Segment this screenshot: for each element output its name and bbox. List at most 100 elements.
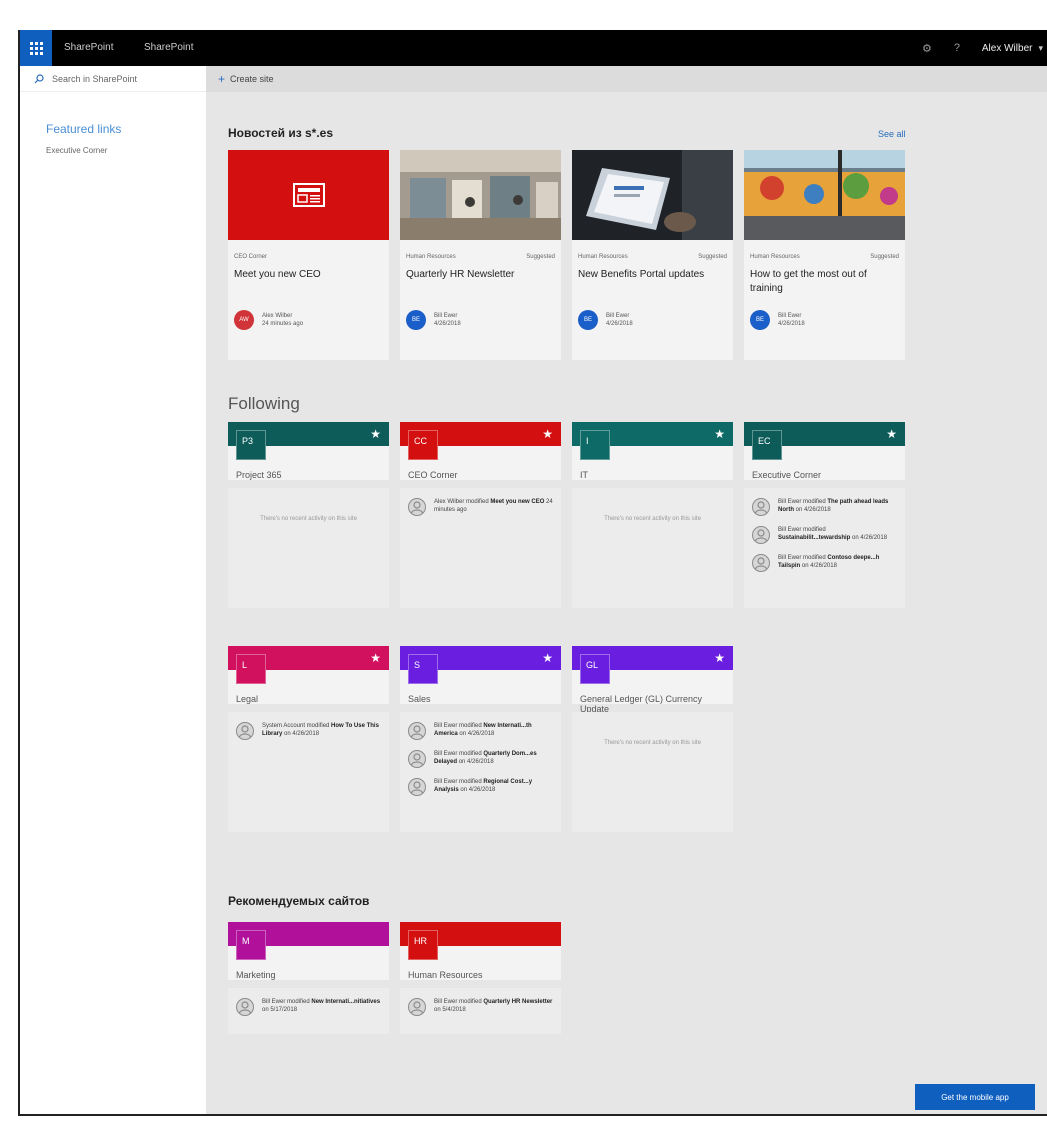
settings-icon[interactable]: ⚙ — [912, 42, 942, 55]
site-card[interactable]: P3 ★ Project 365 There's no recent activity… — [228, 422, 389, 608]
recommended-section-title: Рекомендуемых сайтов — [228, 894, 370, 908]
site-logo-tile: CC — [408, 430, 438, 460]
featured-link-executive-corner[interactable]: Executive Corner — [46, 146, 206, 155]
site-activity: There's no recent activity on this site — [228, 488, 389, 608]
site-card[interactable]: EC ★ Executive Corner Bill Ewer modified Th… — [744, 422, 905, 608]
site-activity: There's no recent activity on this site — [572, 488, 733, 608]
site-logo-tile: M — [236, 930, 266, 960]
chevron-down-icon[interactable]: ▾ — [1038, 43, 1047, 54]
site-card[interactable]: GL ★ General Ledger (GL) Currency Update Th… — [572, 646, 733, 832]
search-input[interactable]: Search in SharePoint — [52, 74, 137, 84]
star-icon[interactable]: ★ — [370, 427, 381, 441]
news-category: CEO Corner — [234, 254, 268, 260]
site-card[interactable]: CC ★ CEO Corner Alex Wilber modified Meet y… — [400, 422, 561, 608]
news-card[interactable]: Human Resources Suggested Quarterly HR New… — [400, 150, 561, 360]
suite-bar-right: ⚙ ? Alex Wilber ▾ — [912, 30, 1047, 66]
avatar: BE — [406, 310, 426, 330]
site-card-header[interactable]: CC ★ CEO Corner — [400, 422, 561, 480]
site-card-header[interactable]: GL ★ General Ledger (GL) Currency Update — [572, 646, 733, 714]
activity-item-link[interactable]: New Internati...nitiatives — [311, 999, 380, 1005]
left-navigation: Search in SharePoint Featured links Exec… — [20, 66, 206, 1114]
site-card[interactable]: HR Human Resources Bill Ewer modified Quar… — [400, 922, 561, 1034]
news-image-office[interactable] — [400, 150, 561, 240]
news-title[interactable]: How to get the most out of training — [744, 260, 905, 298]
avatar: BE — [750, 310, 770, 330]
activity-item[interactable]: Bill Ewer modified New Internati...nitia… — [228, 988, 389, 1016]
star-icon[interactable]: ★ — [542, 651, 553, 665]
site-logo-tile: EC — [752, 430, 782, 460]
site-card[interactable]: I ★ IT There's no recent activity on this s… — [572, 422, 733, 608]
get-mobile-app-button[interactable]: Get the mobile app — [915, 1084, 1035, 1110]
help-icon[interactable]: ? — [942, 42, 972, 54]
news-date: 4/26/2018 — [606, 321, 633, 327]
news-image-laptop[interactable] — [572, 150, 733, 240]
sharepoint-window: SharePoint SharePoint ⚙ ? Alex Wilber ▾ … — [18, 30, 1047, 1116]
site-card-header[interactable]: S ★ Sales — [400, 646, 561, 704]
site-name[interactable]: Project 365 — [236, 470, 381, 480]
activity-item[interactable]: System Account modified How To Use This … — [228, 712, 389, 740]
site-name[interactable]: Sales — [408, 694, 553, 704]
news-title[interactable]: New Benefits Portal updates — [572, 260, 733, 298]
news-card[interactable]: CEO Corner Meet you new CEO AW Alex Wilber 2… — [228, 150, 389, 360]
brand-sharepoint-primary[interactable]: SharePoint — [64, 42, 113, 53]
news-card[interactable]: Human Resources Suggested New Benefits Por… — [572, 150, 733, 360]
search-box[interactable]: Search in SharePoint — [20, 66, 206, 92]
news-image-mural[interactable] — [744, 150, 905, 240]
activity-item-link[interactable]: Sustainabilit...tewardship — [778, 535, 850, 541]
news-title[interactable]: Quarterly HR Newsletter — [400, 260, 561, 298]
activity-item[interactable]: Alex Wilber modified Meet you new CEO 24… — [400, 488, 561, 516]
activity-item[interactable]: Bill Ewer modified Sustainabilit...tewar… — [744, 516, 905, 544]
site-activity: Bill Ewer modified New Internati...th Am… — [400, 712, 561, 832]
site-logo-tile: I — [580, 430, 610, 460]
site-card-header[interactable]: P3 ★ Project 365 — [228, 422, 389, 480]
activity-who: Bill Ewer modified — [778, 555, 826, 561]
site-name[interactable]: Marketing — [236, 970, 381, 980]
activity-item-link[interactable]: Meet you new CEO — [490, 499, 544, 505]
app-launcher-button[interactable] — [20, 30, 52, 66]
news-category: Human Resources — [578, 254, 628, 260]
brand-sharepoint-secondary[interactable]: SharePoint — [144, 42, 193, 53]
star-icon[interactable]: ★ — [714, 651, 725, 665]
site-card-header[interactable]: L ★ Legal — [228, 646, 389, 704]
site-logo-tile: GL — [580, 654, 610, 684]
activity-item[interactable]: Bill Ewer modified Quarterly Dom...es De… — [400, 740, 561, 768]
news-tag: Suggested — [526, 254, 555, 260]
site-name[interactable]: IT — [580, 470, 725, 480]
activity-item[interactable]: Bill Ewer modified Contoso deepe...h Tai… — [744, 544, 905, 572]
site-card-header[interactable]: EC ★ Executive Corner — [744, 422, 905, 480]
star-icon[interactable]: ★ — [370, 651, 381, 665]
activity-item[interactable]: Bill Ewer modified New Internati...th Am… — [400, 712, 561, 740]
news-date: 4/26/2018 — [434, 321, 461, 327]
activity-who: Bill Ewer modified — [434, 779, 482, 785]
person-icon — [408, 998, 426, 1016]
activity-item[interactable]: Bill Ewer modified The path ahead leads … — [744, 488, 905, 516]
news-category: Human Resources — [406, 254, 456, 260]
site-card[interactable]: S ★ Sales Bill Ewer modified New Internati.… — [400, 646, 561, 832]
site-name[interactable]: Legal — [236, 694, 381, 704]
news-title[interactable]: Meet you new CEO — [228, 260, 389, 298]
site-name[interactable]: CEO Corner — [408, 470, 553, 480]
site-name[interactable]: General Ledger (GL) Currency Update — [580, 694, 725, 714]
site-card-header[interactable]: I ★ IT — [572, 422, 733, 480]
user-name[interactable]: Alex Wilber — [972, 43, 1039, 54]
site-card[interactable]: L ★ Legal System Account modified How To Us… — [228, 646, 389, 832]
site-name[interactable]: Human Resources — [408, 970, 553, 980]
site-card[interactable]: M Marketing Bill Ewer modified New Interna… — [228, 922, 389, 1034]
star-icon[interactable]: ★ — [886, 427, 897, 441]
no-activity-message: There's no recent activity on this site — [604, 740, 701, 746]
create-site-button[interactable]: Create site — [230, 74, 274, 84]
activity-item[interactable]: Bill Ewer modified Quarterly HR Newslett… — [400, 988, 561, 1016]
star-icon[interactable]: ★ — [542, 427, 553, 441]
site-card-header[interactable]: HR Human Resources — [400, 922, 561, 980]
site-card-header[interactable]: M Marketing — [228, 922, 389, 980]
see-all-link[interactable]: See all — [878, 129, 906, 139]
activity-when: on 4/26/2018 — [459, 731, 495, 737]
news-date: 4/26/2018 — [778, 321, 805, 327]
star-icon[interactable]: ★ — [714, 427, 725, 441]
activity-item[interactable]: Bill Ewer modified Regional Cost...y Ana… — [400, 768, 561, 796]
news-card[interactable]: Human Resources Suggested How to get the m… — [744, 150, 905, 360]
person-icon — [408, 498, 426, 516]
activity-item-link[interactable]: Quarterly HR Newsletter — [483, 999, 552, 1005]
activity-when: on 4/26/2018 — [801, 563, 837, 569]
site-name[interactable]: Executive Corner — [752, 470, 897, 480]
